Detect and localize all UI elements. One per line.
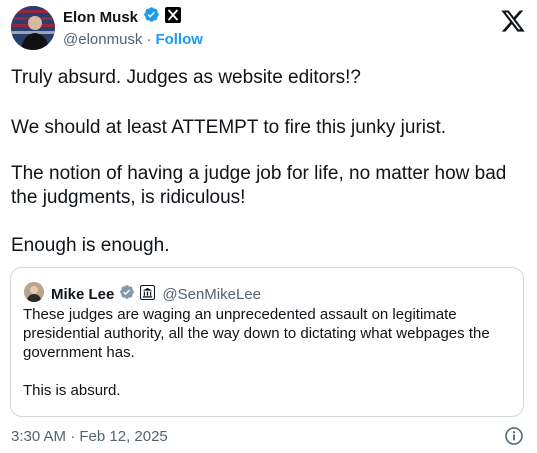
tweet-paragraph: The notion of having a judge job for lif… <box>11 163 507 208</box>
follow-button[interactable]: Follow <box>155 31 203 48</box>
x-affiliate-icon[interactable] <box>165 6 182 28</box>
info-icon[interactable] <box>504 426 524 446</box>
government-affiliate-icon[interactable] <box>140 284 156 304</box>
author-handle[interactable]: @elonmusk <box>63 31 142 48</box>
tweet-paragraph: We should at least ATTEMPT to fire this … <box>11 117 447 138</box>
quote-name-row: Mike Lee @SenMikeLee <box>51 284 261 304</box>
tweet-timestamp[interactable]: 3:30 AM · Feb 12, 2025 <box>11 428 168 445</box>
separator-dot: · <box>146 31 152 48</box>
verified-badge-icon <box>119 284 135 304</box>
verified-badge-icon <box>143 6 160 28</box>
tweet-paragraph: Truly absurd. Judges as website editors!… <box>11 67 361 88</box>
author-handle-row: @elonmusk · Follow <box>63 31 203 48</box>
quote-author-name[interactable]: Mike Lee <box>51 286 114 303</box>
quote-paragraph: This is absurd. <box>23 382 121 399</box>
quote-author-avatar[interactable] <box>24 282 44 302</box>
quote-paragraph: These judges are waging an unprecedented… <box>23 306 490 361</box>
quote-tweet-card[interactable]: Mike Lee @SenMikeLee These judges are wa… <box>10 267 524 417</box>
quote-text: These judges are waging an unprecedented… <box>23 305 511 400</box>
author-name[interactable]: Elon Musk <box>63 9 138 26</box>
x-logo-icon[interactable] <box>500 8 526 34</box>
author-name-row: Elon Musk <box>63 6 182 28</box>
quote-author-handle[interactable]: @SenMikeLee <box>162 286 261 303</box>
author-avatar[interactable] <box>11 6 55 50</box>
tweet-paragraph: Enough is enough. <box>11 235 170 256</box>
